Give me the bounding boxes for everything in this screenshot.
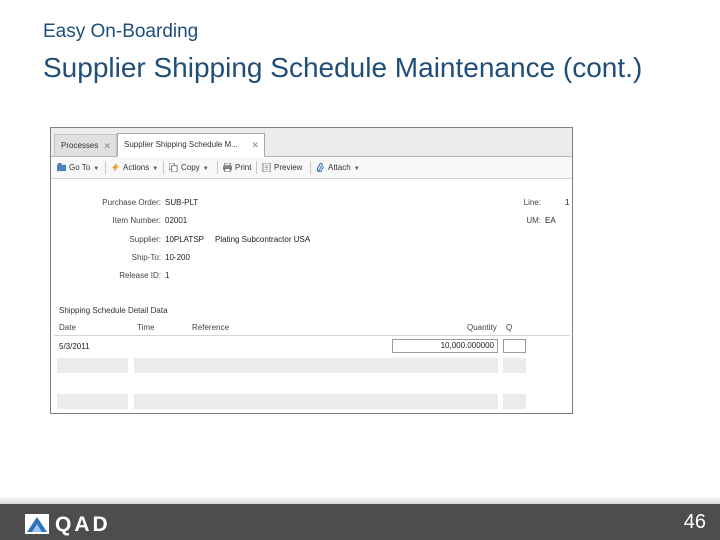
chevron-down-icon: ▼: [93, 166, 100, 172]
qad-logo-icon: [25, 514, 49, 534]
empty-cell: [134, 394, 498, 409]
print-button[interactable]: Print: [223, 161, 251, 174]
print-label: Print: [235, 163, 252, 172]
copy-icon: [169, 163, 178, 173]
toolbar-separator: [310, 161, 311, 174]
empty-cell: [57, 394, 128, 409]
tab-label: Supplier Shipping Schedule M...: [124, 140, 238, 149]
close-icon[interactable]: ✕: [103, 135, 111, 157]
row-date[interactable]: 5/3/2011: [59, 342, 90, 351]
column-header-time[interactable]: Time: [137, 323, 154, 332]
tab-supplier-shipping-schedule[interactable]: Supplier Shipping Schedule M... ✕: [117, 133, 265, 157]
column-header-quantity[interactable]: Quantity: [467, 323, 497, 332]
paperclip-icon: [316, 163, 325, 173]
preview-icon: [262, 163, 271, 173]
goto-label: Go To: [69, 163, 91, 172]
slide-title: Supplier Shipping Schedule Maintenance (…: [43, 52, 643, 83]
goto-button[interactable]: Go To ▼: [57, 161, 99, 174]
app-screenshot: Processes ✕ Supplier Shipping Schedule M…: [50, 127, 573, 414]
release-id-value: 1: [165, 271, 170, 280]
chevron-down-icon: ▼: [353, 166, 360, 172]
attach-button[interactable]: Attach ▼: [316, 161, 360, 174]
header-divider: [54, 335, 570, 336]
printer-icon: [223, 163, 232, 173]
copy-button[interactable]: Copy ▼: [169, 161, 209, 174]
toolbar-separator: [256, 161, 257, 174]
column-header-reference[interactable]: Reference: [192, 323, 229, 332]
supplier-value: 10PLATSP: [165, 235, 204, 244]
um-value: EA: [545, 216, 556, 225]
item-number-label: Item Number:: [112, 216, 161, 225]
supplier-name: Plating Subcontractor USA: [215, 235, 311, 244]
page-number: 46: [683, 511, 706, 533]
toolbar-separator: [217, 161, 218, 174]
item-number-value: 02001: [165, 216, 188, 225]
tab-bar: Processes ✕ Supplier Shipping Schedule M…: [51, 128, 572, 157]
line-label: Line:: [523, 198, 541, 207]
ship-to-label: Ship-To:: [131, 253, 161, 262]
quantity-field[interactable]: 10,000.000000: [392, 339, 498, 353]
copy-label: Copy: [181, 163, 200, 172]
empty-cell: [57, 358, 128, 373]
release-id-label: Release ID:: [119, 271, 161, 280]
toolbar: Go To ▼ Actions ▼ Copy ▼ Print Preview Atta…: [51, 157, 572, 179]
q-field[interactable]: [503, 339, 526, 353]
slide-subtitle: Easy On-Boarding: [43, 21, 199, 42]
grid-title: Shipping Schedule Detail Data: [59, 306, 168, 315]
toolbar-separator: [163, 161, 164, 174]
actions-button[interactable]: Actions ▼: [111, 161, 158, 174]
toolbar-separator: [105, 161, 106, 174]
column-header-q[interactable]: Q: [506, 323, 512, 332]
qad-logo-text: QAD: [55, 513, 111, 536]
attach-label: Attach: [328, 163, 351, 172]
chevron-down-icon: ▼: [202, 166, 209, 172]
preview-button[interactable]: Preview: [262, 161, 302, 174]
um-label: UM:: [526, 216, 541, 225]
footer-bar: QAD 46: [0, 496, 720, 540]
line-value: 1: [565, 198, 570, 207]
chevron-down-icon: ▼: [152, 166, 159, 172]
empty-cell: [134, 358, 498, 373]
tab-label: Processes: [61, 141, 99, 150]
column-header-date[interactable]: Date: [59, 323, 76, 332]
ship-to-value: 10-200: [165, 253, 190, 262]
close-icon[interactable]: ✕: [251, 134, 259, 156]
go-to-icon: [57, 163, 66, 172]
purchase-order-value: SUB-PLT: [165, 198, 199, 207]
lightning-icon: [111, 163, 120, 173]
purchase-order-label: Purchase Order:: [102, 198, 161, 207]
actions-label: Actions: [123, 163, 150, 172]
tab-processes[interactable]: Processes ✕: [54, 134, 117, 156]
preview-label: Preview: [274, 163, 303, 172]
supplier-label: Supplier:: [129, 235, 161, 244]
empty-cell: [503, 358, 526, 373]
empty-cell: [503, 394, 526, 409]
